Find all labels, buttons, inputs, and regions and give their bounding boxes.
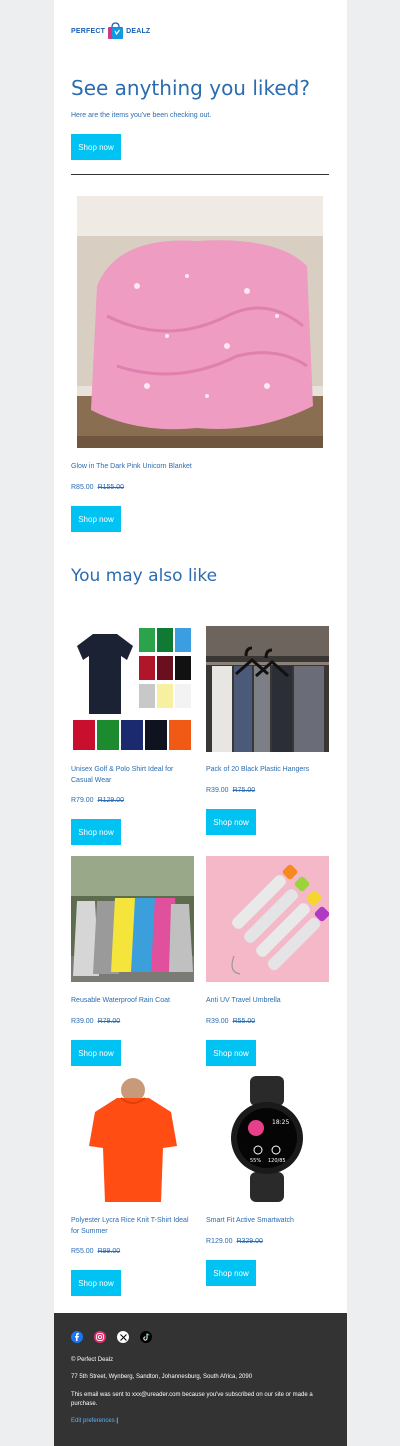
product-name[interactable]: Unisex Golf & Polo Shirt Ideal for Casua… — [71, 764, 196, 786]
facebook-icon[interactable] — [71, 1331, 83, 1343]
watch-stat-2: 120/85 — [268, 1158, 286, 1164]
product-shop-button[interactable]: Shop now — [71, 1270, 121, 1296]
price-original: R155.00 — [97, 484, 125, 491]
price-current: R39.00 — [206, 1018, 229, 1025]
product-price: R39.00 R55.00 — [206, 1018, 255, 1025]
product-image-umbrella[interactable] — [206, 856, 329, 982]
product-price: R39.00 R79.00 — [71, 1018, 120, 1025]
viewed-product-name[interactable]: Glow in The Dark Pink Unicorn Blanket — [71, 461, 329, 472]
edit-preferences-link[interactable]: Edit preferences — [71, 1418, 115, 1424]
instagram-icon[interactable] — [94, 1331, 106, 1343]
product-shop-button[interactable]: Shop now — [206, 1040, 256, 1066]
product-shop-button[interactable]: Shop now — [71, 819, 121, 845]
product-price: R129.00 R329.00 — [206, 1238, 263, 1245]
footer-separator: | — [116, 1418, 118, 1424]
price-current: R85.00 — [71, 484, 94, 491]
footer-notice: This email was sent to xxx@ureader.com b… — [71, 1392, 313, 1407]
product-image-tshirt[interactable] — [71, 1076, 194, 1202]
price-original: R329.00 — [236, 1238, 263, 1245]
hero-heading: See anything you liked? — [71, 76, 310, 100]
footer-address: 77 5th Street, Wynberg, Sandton, Johanne… — [71, 1374, 253, 1380]
price-current: R129.00 — [206, 1238, 233, 1245]
product-price: R79.00 R129.00 — [71, 797, 124, 804]
email-body: PERFECT DEALZ See anything you liked? He… — [54, 0, 347, 1446]
product-name[interactable]: Smart Fit Active Smartwatch — [206, 1215, 331, 1226]
product-price: R39.00 R75.00 — [206, 787, 255, 794]
brand-left-text: PERFECT — [71, 27, 106, 35]
product-shop-button[interactable]: Shop now — [206, 809, 256, 835]
viewed-product-image[interactable] — [77, 196, 323, 448]
price-current: R39.00 — [206, 787, 229, 794]
shopping-bag-icon — [107, 22, 124, 40]
product-shop-button[interactable]: Shop now — [206, 1260, 256, 1286]
product-name[interactable]: Reusable Waterproof Rain Coat — [71, 995, 196, 1006]
x-icon[interactable] — [117, 1331, 129, 1343]
price-original: R75.00 — [232, 787, 256, 794]
footer-copyright: © Perfect Dealz — [71, 1357, 114, 1363]
divider — [71, 174, 329, 175]
brand-right-text: DEALZ — [126, 27, 151, 35]
product-shop-button[interactable]: Shop now — [71, 1040, 121, 1066]
price-original: R55.00 — [232, 1018, 256, 1025]
hero-subtitle: Here are the items you've been checking … — [71, 112, 212, 119]
price-original: R79.00 — [97, 1018, 121, 1025]
price-current: R39.00 — [71, 1018, 94, 1025]
price-original: R129.00 — [97, 797, 125, 804]
product-image-raincoat[interactable] — [71, 856, 194, 982]
price-current: R79.00 — [71, 797, 94, 804]
watch-time: 18:25 — [272, 1119, 289, 1126]
price-original: R99.00 — [97, 1248, 121, 1255]
tiktok-icon[interactable] — [140, 1331, 152, 1343]
also-like-heading: You may also like — [71, 566, 218, 586]
product-image-smartwatch[interactable]: 18:25 55% 120/85 — [206, 1076, 329, 1202]
price-current: R55.00 — [71, 1248, 94, 1255]
viewed-product-price: R85.00 R155.00 — [71, 484, 124, 491]
product-image-hangers[interactable] — [206, 626, 329, 752]
hero-shop-button[interactable]: Shop now — [71, 134, 121, 160]
product-price: R55.00 R99.00 — [71, 1248, 120, 1255]
product-image-polo[interactable] — [71, 626, 194, 752]
product-name[interactable]: Pack of 20 Black Plastic Hangers — [206, 764, 331, 775]
product-name[interactable]: Polyester Lycra Rice Knit T-Shirt Ideal … — [71, 1215, 196, 1237]
footer-links: Edit preferences | — [71, 1418, 118, 1424]
viewed-shop-button[interactable]: Shop now — [71, 506, 121, 532]
product-name[interactable]: Anti UV Travel Umbrella — [206, 995, 331, 1006]
brand-logo[interactable]: PERFECT DEALZ — [71, 19, 150, 43]
watch-stat-1: 55% — [250, 1158, 261, 1164]
